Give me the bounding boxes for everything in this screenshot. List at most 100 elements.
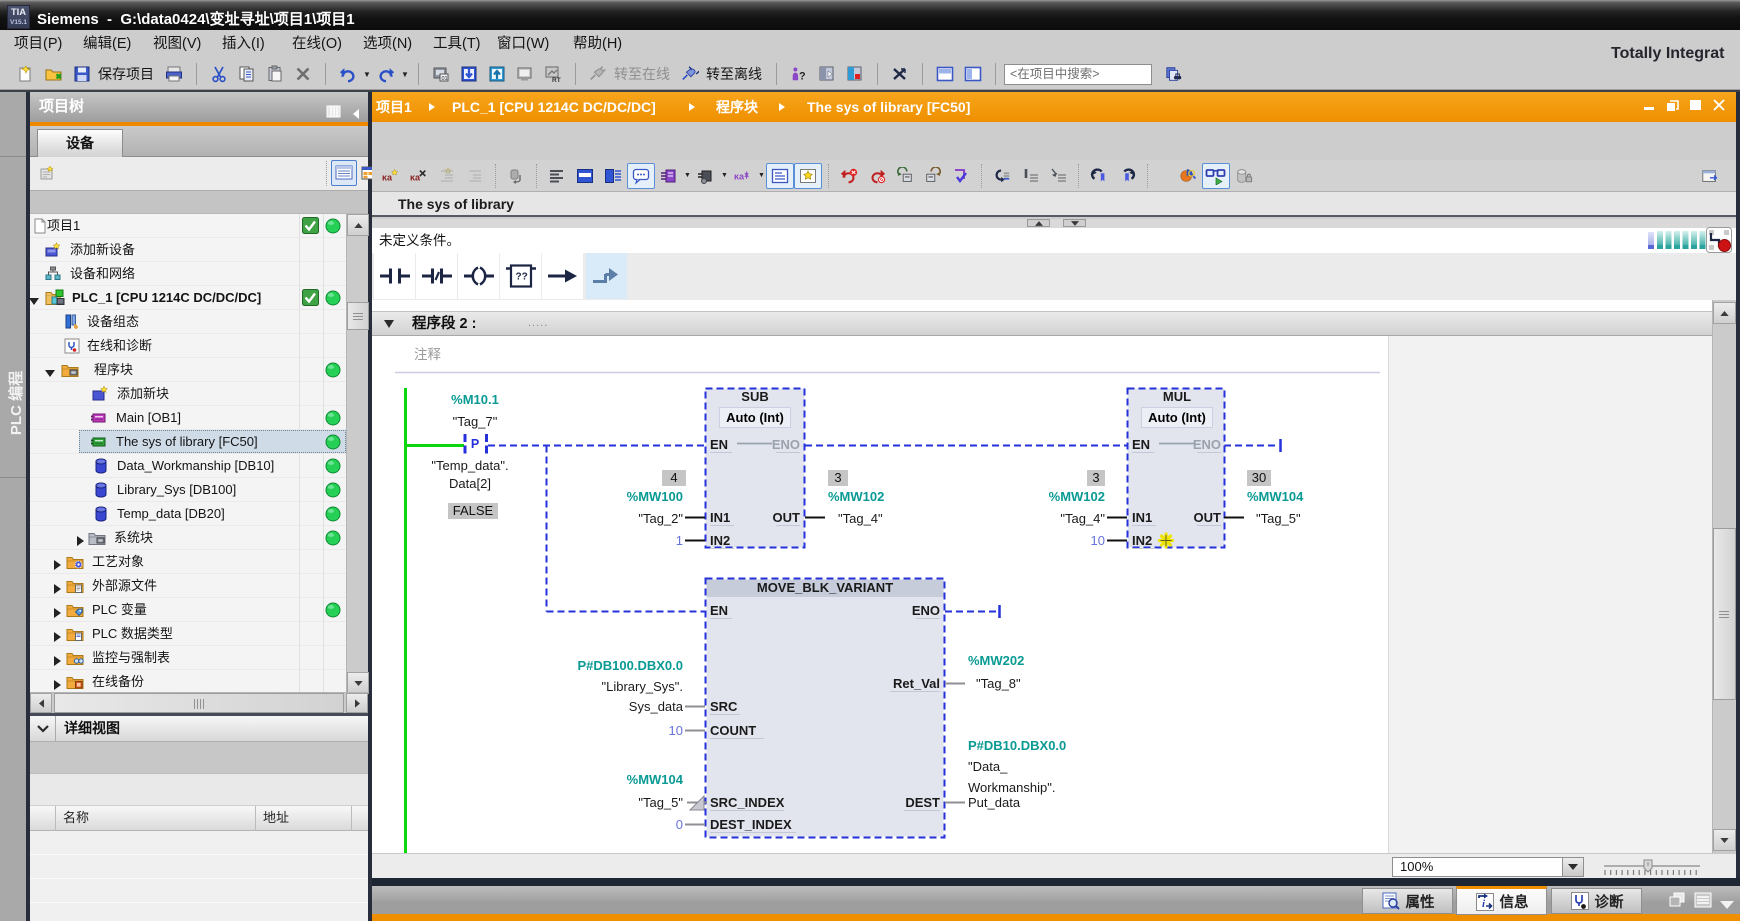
move-src-member[interactable]: Sys_data bbox=[629, 699, 683, 714]
tree-item-label[interactable]: Temp_data [DB20] bbox=[117, 506, 225, 522]
expander-right-icon[interactable] bbox=[52, 605, 62, 615]
sub-pin-eno[interactable]: ENO bbox=[772, 437, 800, 452]
open-project-button[interactable] bbox=[40, 62, 68, 86]
tree-item-label[interactable]: 系统块 bbox=[114, 530, 153, 546]
mul-out-value[interactable]: 30 bbox=[1247, 470, 1271, 486]
win-max-button[interactable] bbox=[1689, 98, 1703, 117]
tree-item-label[interactable]: 在线备份 bbox=[92, 674, 144, 690]
sub-out-tag[interactable]: "Tag_4" bbox=[838, 511, 883, 526]
et-goto-next-err-button[interactable] bbox=[919, 163, 947, 189]
move-pin-src-index[interactable]: SRC_INDEX bbox=[710, 795, 784, 810]
sub-out-address[interactable]: %MW102 bbox=[828, 489, 884, 504]
contact-address[interactable]: %M10.1 bbox=[451, 392, 499, 407]
breadcrumb-item[interactable]: 项目1 bbox=[376, 92, 412, 122]
tree-row[interactable]: 在线和诊断 bbox=[30, 334, 346, 358]
et-edit-lines-button[interactable] bbox=[1044, 163, 1072, 189]
paste-button[interactable] bbox=[261, 62, 289, 86]
tree-row[interactable]: 程序块 bbox=[30, 358, 346, 382]
mul-out-tag[interactable]: "Tag_5" bbox=[1256, 511, 1301, 526]
contact-operand[interactable]: "Temp_data". bbox=[431, 458, 508, 473]
tree-item-label[interactable]: 添加新设备 bbox=[70, 242, 135, 258]
tree-item-label[interactable]: 在线和诊断 bbox=[87, 338, 152, 354]
tree-item-label[interactable]: 项目1 bbox=[47, 218, 80, 234]
move-pin-dest-index[interactable]: DEST_INDEX bbox=[710, 817, 792, 832]
go-offline-label[interactable]: 转至离线 bbox=[704, 64, 768, 84]
splitter-down-button[interactable] bbox=[1063, 219, 1086, 227]
tree-item-label[interactable]: PLC 数据类型 bbox=[92, 626, 173, 642]
zoom-select[interactable]: 100% bbox=[1392, 857, 1584, 877]
mul-in2-value[interactable]: 10 bbox=[1091, 533, 1105, 548]
menu-item-7[interactable]: 窗口(W) bbox=[489, 30, 557, 59]
sub-subtitle[interactable]: Auto (Int) bbox=[719, 407, 791, 428]
tab-diagnostics[interactable]: 诊断 bbox=[1551, 888, 1642, 914]
sub-in1-tag[interactable]: "Tag_2" bbox=[638, 511, 683, 526]
find-help-button[interactable]: ? bbox=[785, 62, 813, 86]
tab-properties[interactable]: 属性 bbox=[1362, 888, 1453, 914]
contact-operand2[interactable]: Data[2] bbox=[449, 476, 491, 491]
mul-subtitle[interactable]: Auto (Int) bbox=[1141, 407, 1213, 428]
fav-contact-closed-button[interactable] bbox=[416, 253, 457, 299]
detail-col-name[interactable]: 名称 bbox=[56, 806, 256, 830]
tree-item-label[interactable]: Main [OB1] bbox=[116, 410, 181, 426]
expander-right-icon[interactable] bbox=[52, 677, 62, 687]
et-outdent-button[interactable] bbox=[461, 163, 489, 189]
move-destidx-value[interactable]: 0 bbox=[676, 817, 683, 832]
tree-row[interactable]: 设备组态 bbox=[30, 310, 346, 334]
breadcrumb-item[interactable]: PLC_1 [CPU 1214C DC/DC/DC] bbox=[452, 92, 656, 122]
move-pin-en[interactable]: EN bbox=[710, 603, 728, 618]
mul-pin-out[interactable]: OUT bbox=[1194, 510, 1221, 525]
upload-button[interactable] bbox=[483, 62, 511, 86]
breadcrumb-item[interactable]: 程序块 bbox=[716, 92, 758, 122]
et-box-dark-button[interactable] bbox=[692, 163, 720, 189]
tab-devices[interactable]: 设备 bbox=[37, 129, 123, 157]
tree-row[interactable]: The sys of library [FC50] bbox=[30, 430, 346, 454]
expander-down-icon[interactable] bbox=[45, 365, 55, 375]
expander-right-icon[interactable] bbox=[52, 629, 62, 639]
tree-item-label[interactable]: 程序块 bbox=[94, 362, 133, 378]
expander-right-icon[interactable] bbox=[52, 557, 62, 567]
rt-button[interactable]: RT bbox=[539, 62, 567, 86]
sub-pin-out[interactable]: OUT bbox=[773, 510, 800, 525]
win-min-button[interactable] bbox=[1643, 98, 1657, 117]
et-undo-err-button[interactable] bbox=[835, 163, 863, 189]
menu-item-6[interactable]: 工具(T) bbox=[425, 30, 489, 59]
scroll-up-button[interactable] bbox=[347, 214, 369, 236]
tree-item-label[interactable]: 外部源文件 bbox=[92, 578, 157, 594]
fav-close-branch-button[interactable] bbox=[586, 253, 627, 299]
mul-pin-en[interactable]: EN bbox=[1132, 437, 1150, 452]
network-comment-dots[interactable]: ..... bbox=[528, 312, 548, 336]
tree-row[interactable]: Library_Sys [DB100] bbox=[30, 478, 346, 502]
detail-collapse-button[interactable] bbox=[30, 716, 56, 741]
network-comment[interactable]: 注释 bbox=[414, 347, 441, 362]
tree-row[interactable]: 在线备份 bbox=[30, 670, 346, 694]
editor-scroll-thumb[interactable] bbox=[1713, 528, 1736, 700]
tree-item-label[interactable]: 设备和网络 bbox=[70, 266, 135, 282]
menu-item-8[interactable]: 帮助(H) bbox=[565, 30, 630, 59]
et-goto-prev-err-button[interactable] bbox=[891, 163, 919, 189]
tree-item-label[interactable]: The sys of library [FC50] bbox=[116, 434, 258, 450]
menu-item-3[interactable]: 插入(I) bbox=[214, 30, 273, 59]
win-close-button[interactable] bbox=[1712, 98, 1726, 117]
menu-item-1[interactable]: 编辑(E) bbox=[75, 30, 139, 59]
mul-pin-eno[interactable]: ENO bbox=[1193, 437, 1221, 452]
et-fav-show-button[interactable] bbox=[766, 163, 794, 189]
sub-in1-address[interactable]: %MW100 bbox=[627, 489, 683, 504]
zoom-dropdown-button[interactable] bbox=[1562, 858, 1583, 876]
contact-edge-type[interactable]: P bbox=[471, 437, 479, 452]
cross-arrows-button[interactable] bbox=[886, 62, 914, 86]
et-db-gray-button[interactable] bbox=[1230, 163, 1258, 189]
redo-dropdown[interactable]: ▼ bbox=[400, 62, 410, 86]
et-comments-button[interactable] bbox=[627, 163, 655, 189]
tree-scroll-thumb[interactable] bbox=[347, 302, 369, 330]
et-monitor-button[interactable] bbox=[1202, 163, 1230, 189]
move-retval-tag[interactable]: "Tag_8" bbox=[976, 676, 1021, 691]
move-dest-pointer[interactable]: P#DB10.DBX0.0 bbox=[968, 738, 1066, 753]
win-play-button[interactable] bbox=[813, 62, 841, 86]
move-title[interactable]: MOVE_BLK_VARIANT bbox=[757, 580, 893, 595]
expander-right-icon[interactable] bbox=[52, 653, 62, 663]
tree-row[interactable]: 外部源文件 bbox=[30, 574, 346, 598]
et-insert-network-button[interactable]: ĸa bbox=[377, 163, 405, 189]
scroll-down-button[interactable] bbox=[1713, 829, 1736, 851]
et-goto-def-button[interactable] bbox=[988, 163, 1016, 189]
menu-item-4[interactable]: 在线(O) bbox=[284, 30, 350, 59]
